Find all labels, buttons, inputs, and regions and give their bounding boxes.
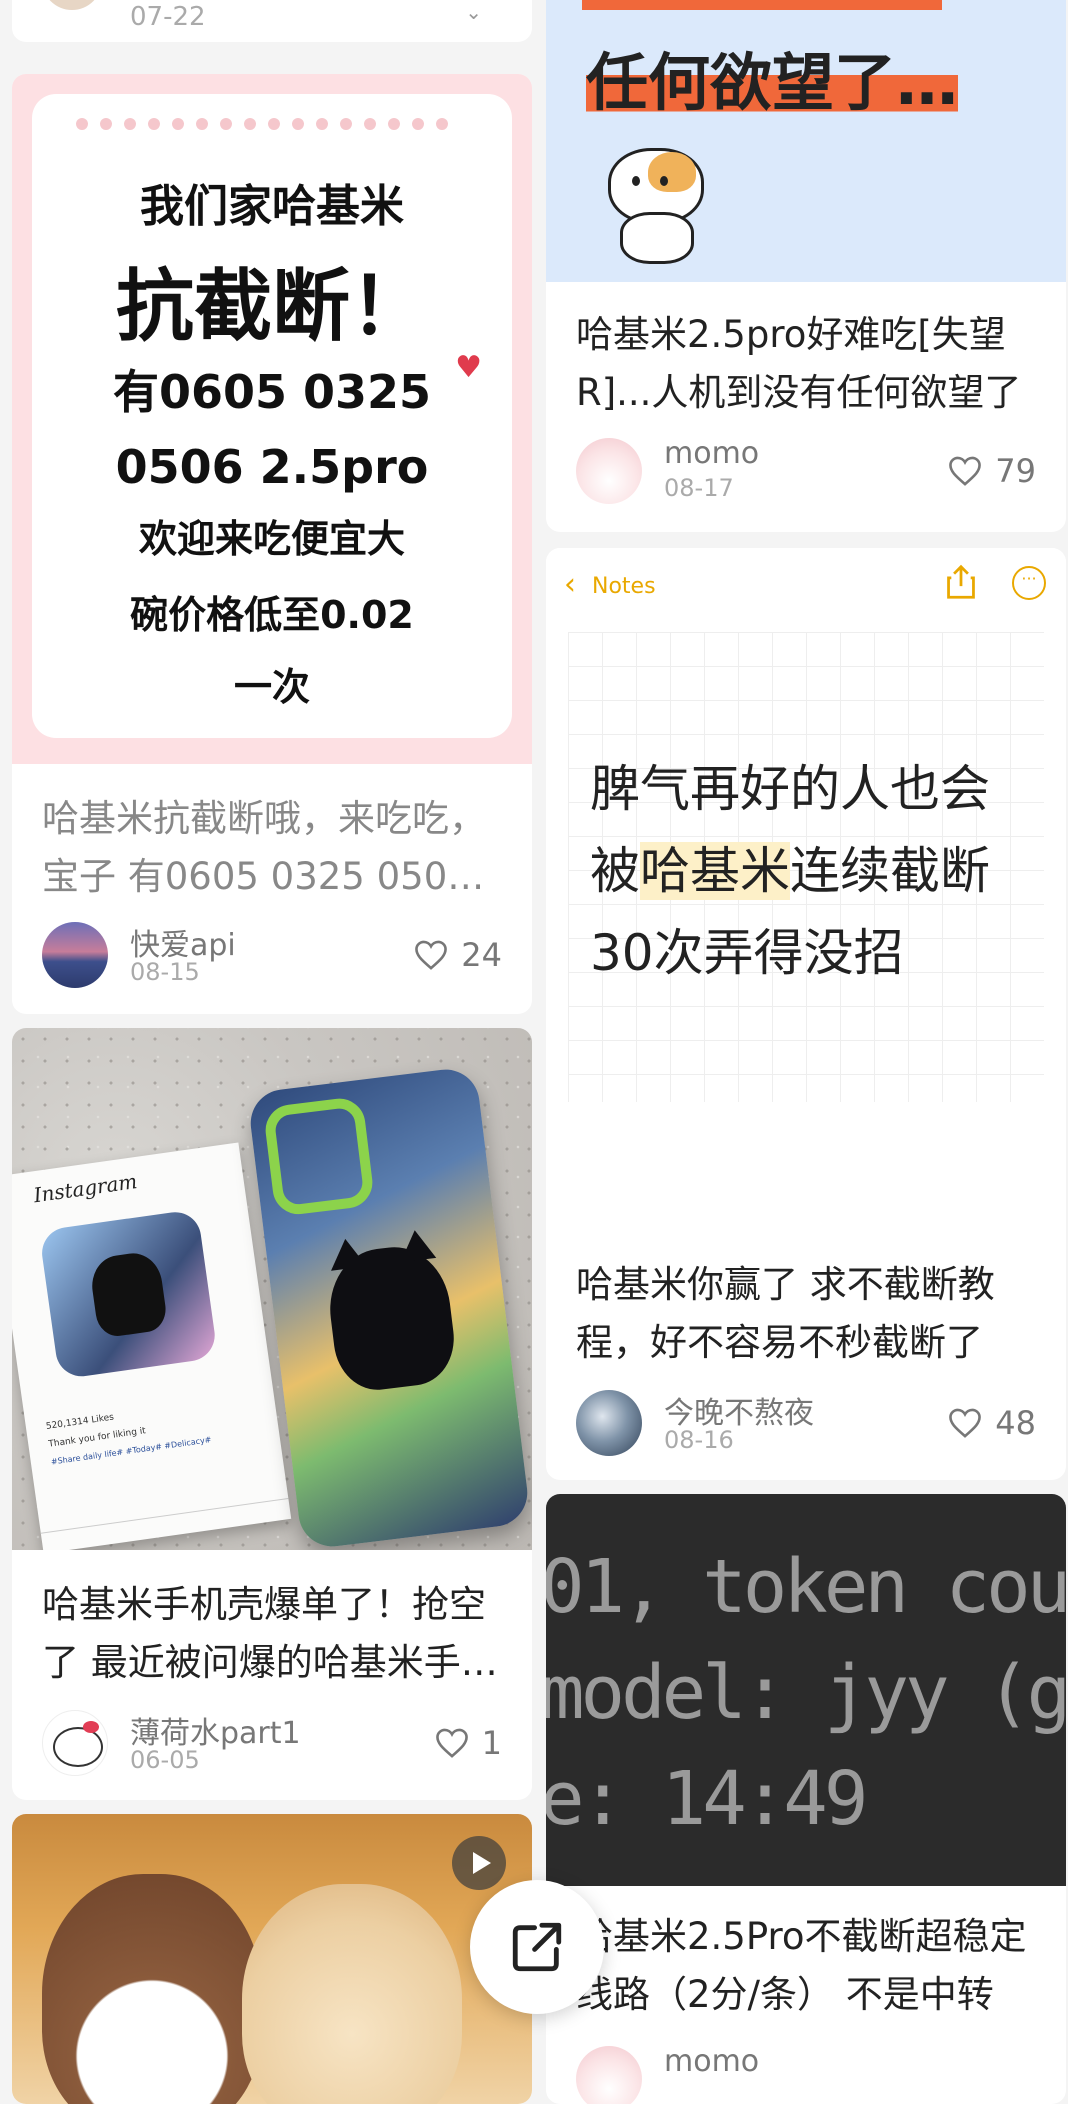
instagram-logo-text: Instagram (32, 1169, 139, 1208)
cat-cream (242, 1884, 462, 2104)
poster-line-3: 有0605 0325 (112, 365, 432, 419)
like-button[interactable]: 1 (434, 1724, 502, 1762)
author-name[interactable]: momo (664, 436, 759, 471)
author-avatar[interactable] (42, 922, 108, 988)
cat-brown-white (42, 1874, 262, 2104)
poster-line-4: 0506 2.5pro (115, 440, 429, 494)
post-meta: momo 08-17 79 (576, 436, 1036, 508)
post-meta: 快爱api 08-15 24 (42, 922, 502, 992)
post-date: 08-16 (664, 1426, 734, 1454)
like-count: 79 (995, 452, 1036, 490)
feed-card-phone-case[interactable]: Instagram 520,1314 Likes Thank you for l… (12, 1028, 532, 1800)
author-avatar[interactable] (576, 438, 642, 504)
share-icon[interactable] (944, 564, 978, 600)
cat-illustration (598, 128, 708, 264)
post-cover-image[interactable]: 任何欲望了… (546, 0, 1066, 282)
hello-kitty-avatar (53, 1727, 103, 1767)
external-share-icon (512, 1922, 562, 1972)
author-avatar[interactable] (42, 0, 102, 10)
notes-line-3: 30次弄得没招 (590, 924, 904, 982)
poster-line-7: 一次 (233, 665, 310, 709)
feed-card-notes[interactable]: ‹ Notes ··· 脾气再好的人也会 被哈基米连续截断 30次弄得没招 哈基… (546, 548, 1066, 1480)
heart-icon (415, 940, 448, 970)
cat-grip (38, 1208, 219, 1380)
poster-line-5: 欢迎来吃便宜大 (138, 517, 405, 561)
like-button[interactable]: 79 (947, 452, 1036, 490)
poster-line-2: 抗截断！ (115, 262, 428, 352)
post-meta: 今晚不熬夜 08-16 48 (576, 1390, 1036, 1460)
external-share-button[interactable] (470, 1880, 604, 2014)
post-meta: 薄荷水part1 06-05 1 (42, 1710, 502, 1780)
author-name[interactable]: momo (664, 2044, 759, 2079)
like-count: 48 (995, 1404, 1036, 1442)
highlighted-word: 哈基米 (640, 842, 790, 900)
post-title[interactable]: 哈基米手机壳爆单了！抢空了 最近被问爆的哈基米手机壳 (42, 1576, 502, 1692)
feed-card-hard-to-eat[interactable]: 任何欲望了… 哈基米2.5pro好难吃[失望R]...人机到没有任何欲望了 mo… (546, 0, 1066, 532)
notes-toolbar: ‹ Notes ··· (546, 548, 1066, 622)
post-cover-image[interactable]: ‹ Notes ··· 脾气再好的人也会 被哈基米连续截断 30次弄得没招 (546, 548, 1066, 1228)
poster-board: 我们家哈基米 抗截断！ 有0605 0325 ♥ 0506 2.5pro 欢迎来… (32, 94, 512, 738)
post-date: 08-17 (664, 474, 734, 502)
post-cover-image[interactable]: Instagram 520,1314 Likes Thank you for l… (12, 1028, 532, 1550)
photo-likes-text: 520,1314 Likes (45, 1412, 115, 1432)
feed-card-cats-video[interactable] (12, 1814, 532, 2104)
camera-bump (262, 1095, 376, 1218)
post-date: 07-22 (130, 2, 206, 32)
post-cover-video[interactable] (12, 1814, 532, 2104)
play-icon[interactable] (452, 1836, 506, 1890)
author-avatar[interactable] (576, 1390, 642, 1456)
terminal-line-2: model: jyy (gemi (546, 1650, 1066, 1736)
like-button[interactable]: 48 (947, 1404, 1036, 1442)
post-meta: momo (576, 2044, 1036, 2104)
like-button[interactable]: 24 (413, 936, 502, 974)
post-cover-image[interactable]: 01, token count: model: jyy (gemi e: 14:… (546, 1494, 1066, 1886)
terminal-line-1: 01, token count: (546, 1544, 1066, 1630)
banner-text: 任何欲望了… (586, 46, 959, 119)
back-chevron-icon[interactable]: ‹ (564, 570, 576, 600)
post-cover-image[interactable]: 我们家哈基米 抗截断！ 有0605 0325 ♥ 0506 2.5pro 欢迎来… (12, 74, 532, 764)
terminal-line-3: e: 14:49 (546, 1756, 868, 1842)
feed-card-anti-truncation[interactable]: 我们家哈基米 抗截断！ 有0605 0325 ♥ 0506 2.5pro 欢迎来… (12, 74, 532, 1014)
like-count: 1 (481, 1724, 502, 1762)
post-title[interactable]: 哈基米你赢了 求不截断教程，好不容易不秒截断了 (576, 1256, 1036, 1372)
author-avatar[interactable] (42, 1710, 108, 1776)
heart-icon (949, 1408, 982, 1438)
post-date: 06-05 (130, 1746, 200, 1774)
more-icon[interactable]: ··· (1012, 566, 1046, 600)
author-avatar[interactable] (576, 2046, 642, 2104)
notes-line-1: 脾气再好的人也会 (590, 760, 990, 818)
post-title[interactable]: 哈基米2.5pro好难吃[失望R]...人机到没有任何欲望了 (576, 306, 1036, 422)
heart-icon: ♥ (455, 350, 482, 385)
banner-highlight (582, 0, 942, 10)
decorative-dots (76, 118, 448, 130)
post-date: 08-15 (130, 958, 200, 986)
notes-line-2: 被哈基米连续截断 (590, 842, 990, 900)
post-title[interactable]: 哈基米2.5Pro不截断超稳定线路（2分/条） 不是中转 (576, 1908, 1036, 2024)
poster-line-6: 碗价格低至0.02 (130, 593, 414, 637)
poster-line-1: 我们家哈基米 (140, 181, 404, 232)
heart-icon (435, 1728, 468, 1758)
like-count: 24 (461, 936, 502, 974)
notes-back-label[interactable]: Notes (592, 574, 656, 599)
heart-icon (949, 456, 982, 486)
post-title[interactable]: 哈基米抗截断哦，来吃吃，宝子 有0605 0325 0506 2.5pro (42, 790, 502, 906)
feed-card-partial-top[interactable]: 07-22 ⌄ (12, 0, 532, 42)
feed-card-stable-route[interactable]: 01, token count: model: jyy (gemi e: 14:… (546, 1494, 1066, 2104)
chevron-down-icon: ⌄ (465, 0, 482, 24)
